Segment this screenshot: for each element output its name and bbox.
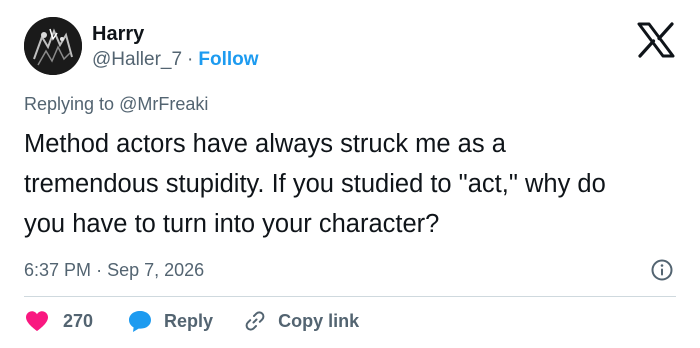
author-name[interactable]: Harry — [92, 22, 144, 46]
copy-link-button[interactable]: Copy link — [243, 309, 359, 333]
reply-button[interactable]: Reply — [127, 309, 243, 333]
copy-link-label: Copy link — [278, 310, 360, 331]
timestamp-separator: · — [96, 260, 103, 280]
replying-to-mention[interactable]: @MrFreaki — [119, 94, 208, 114]
reply-label: Reply — [164, 310, 214, 331]
tweet-time: 6:37 PM — [24, 260, 92, 280]
info-icon[interactable] — [650, 258, 674, 282]
x-logo-icon[interactable] — [636, 22, 676, 58]
like-count: 270 — [63, 310, 94, 331]
avatar[interactable] — [24, 17, 82, 75]
link-icon — [243, 309, 267, 333]
tweet-text: Method actors have always struck me as a… — [24, 130, 606, 238]
tweet-date: Sep 7, 2026 — [107, 260, 205, 280]
heart-icon — [24, 309, 50, 333]
follow-button[interactable]: Follow — [198, 49, 258, 70]
like-button[interactable]: 270 — [24, 309, 127, 333]
action-bar: 270 Reply Copy link — [24, 306, 359, 336]
replying-to-prefix: Replying to — [24, 94, 115, 114]
divider — [24, 296, 676, 297]
speech-bubble-icon — [127, 309, 153, 333]
author-handle-row: @Haller_7 · Follow — [92, 48, 259, 72]
tweet-embed-card: Harry @Haller_7 · Follow Replying to @MrFr… — [0, 0, 700, 348]
tweet-timestamp[interactable]: 6:37 PM · Sep 7, 2026 — [24, 258, 204, 282]
handle-separator: · — [187, 49, 194, 70]
replying-to: Replying to @MrFreaki — [24, 92, 208, 116]
author-handle[interactable]: @Haller_7 — [92, 49, 182, 70]
